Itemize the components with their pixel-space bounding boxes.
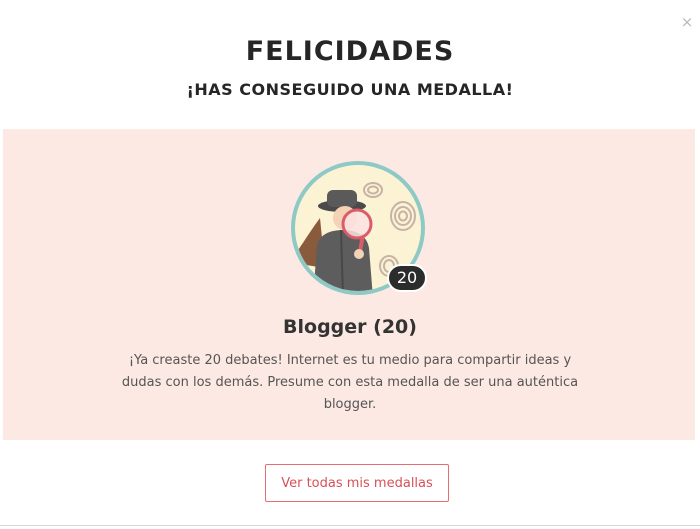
medal-name: Blogger (20) xyxy=(283,316,417,338)
dialog-title: FELICIDADES xyxy=(245,36,455,67)
view-all-medals-button[interactable]: Ver todas mis medallas xyxy=(265,464,449,502)
divider xyxy=(0,525,700,526)
close-button[interactable]: × xyxy=(680,14,694,30)
medal-description: ¡Ya creaste 20 debates! Internet es tu m… xyxy=(121,353,579,412)
close-icon[interactable]: × xyxy=(681,13,694,31)
dialog-subtitle: ¡HAS CONSEGUIDO UNA MEDALLA! xyxy=(186,80,514,99)
medal-count-badge: 20 xyxy=(387,264,427,292)
